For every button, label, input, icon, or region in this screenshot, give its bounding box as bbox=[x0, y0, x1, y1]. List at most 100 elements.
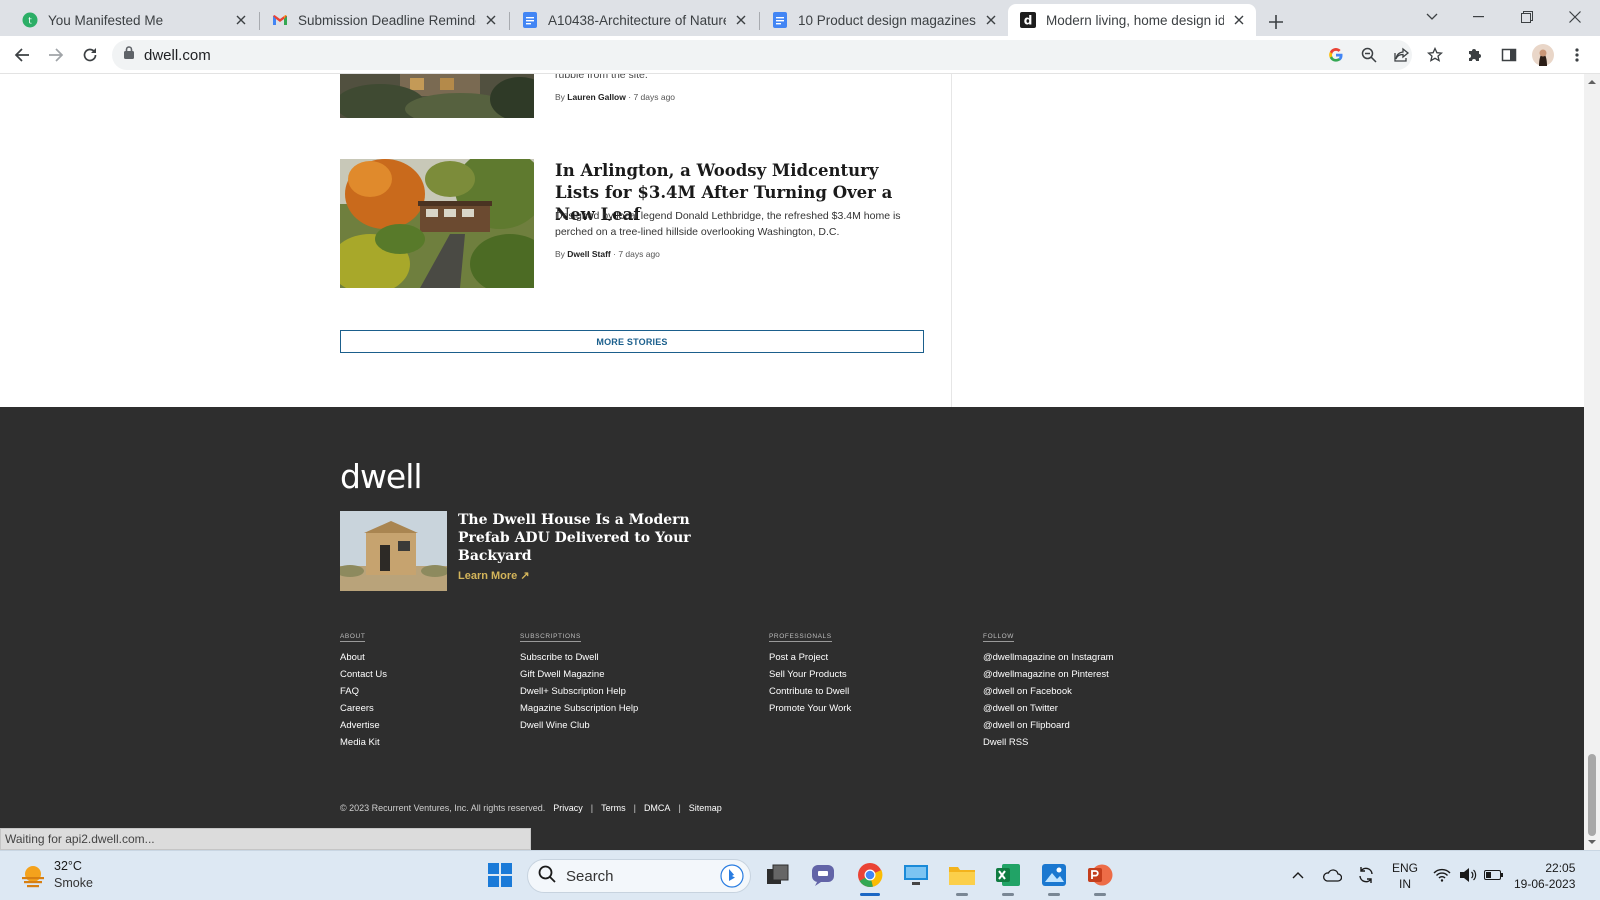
tab-submission-deadline[interactable]: Submission Deadline Reminder - bbox=[260, 4, 508, 36]
sitemap-link[interactable]: Sitemap bbox=[689, 803, 722, 813]
terms-link[interactable]: Terms bbox=[601, 803, 626, 813]
photos-app-icon[interactable] bbox=[1038, 859, 1070, 896]
taskbar-search[interactable]: Search bbox=[527, 859, 751, 893]
footer-link-twitter[interactable]: @dwell on Twitter bbox=[983, 700, 1114, 717]
privacy-link[interactable]: Privacy bbox=[553, 803, 583, 813]
desktop-monitor-icon[interactable] bbox=[900, 859, 932, 891]
footer-column-heading: FOLLOW bbox=[983, 633, 1015, 642]
zoom-icon[interactable] bbox=[1353, 39, 1385, 71]
restore-button[interactable] bbox=[1504, 0, 1550, 34]
tab-dwell-active[interactable]: d Modern living, home design idea bbox=[1008, 4, 1256, 36]
tray-overflow-chevron-icon[interactable] bbox=[1282, 859, 1314, 891]
footer-link-pinterest[interactable]: @dwellmagazine on Pinterest bbox=[983, 666, 1114, 683]
windows-start-button[interactable] bbox=[484, 859, 516, 891]
forward-button[interactable] bbox=[40, 39, 72, 71]
footer-link-wine-club[interactable]: Dwell Wine Club bbox=[520, 717, 638, 734]
teams-chat-icon[interactable] bbox=[808, 859, 840, 891]
close-window-button[interactable] bbox=[1552, 0, 1598, 34]
address-bar[interactable]: dwell.com bbox=[112, 40, 1412, 70]
task-view-button[interactable] bbox=[762, 859, 794, 891]
footer-link-contribute[interactable]: Contribute to Dwell bbox=[769, 683, 851, 700]
footer-link-contact-us[interactable]: Contact Us bbox=[340, 666, 387, 683]
story-description: Designed by local legend Donald Lethbrid… bbox=[555, 210, 901, 238]
close-tab-icon[interactable] bbox=[232, 11, 250, 29]
footer-link-subscribe[interactable]: Subscribe to Dwell bbox=[520, 649, 638, 666]
close-tab-icon[interactable] bbox=[1230, 11, 1248, 29]
footer-link-instagram[interactable]: @dwellmagazine on Instagram bbox=[983, 649, 1114, 666]
profile-avatar[interactable] bbox=[1527, 39, 1559, 71]
side-panel-icon[interactable] bbox=[1493, 39, 1525, 71]
footer-link-rss[interactable]: Dwell RSS bbox=[983, 734, 1114, 751]
footer-column-about: ABOUT About Contact Us FAQ Careers Adver… bbox=[340, 625, 387, 751]
browser-status-bar: Waiting for api2.dwell.com... bbox=[0, 828, 531, 850]
footer-link-media-kit[interactable]: Media Kit bbox=[340, 734, 387, 751]
story-age: · 7 days ago bbox=[613, 249, 660, 259]
back-button[interactable] bbox=[6, 39, 38, 71]
tab-search-dropdown-icon[interactable] bbox=[1409, 0, 1455, 34]
story-image-previous[interactable] bbox=[340, 74, 534, 118]
footer-link-gift[interactable]: Gift Dwell Magazine bbox=[520, 666, 638, 683]
learn-more-link[interactable]: Learn More ↗ bbox=[458, 569, 530, 582]
dwell-house-promo-title[interactable]: The Dwell House Is a Modern Prefab ADU D… bbox=[458, 511, 698, 565]
close-tab-icon[interactable] bbox=[732, 11, 750, 29]
dwell-logo[interactable]: dwell bbox=[340, 457, 423, 496]
web-page: rubble from the site. By Lauren Gallow ·… bbox=[0, 74, 1584, 850]
footer-legal-bar: © 2023 Recurrent Ventures, Inc. All righ… bbox=[340, 803, 722, 813]
scroll-down-arrow-icon[interactable] bbox=[1584, 834, 1600, 850]
google-lens-icon[interactable] bbox=[1320, 39, 1352, 71]
close-tab-icon[interactable] bbox=[482, 11, 500, 29]
input-language-indicator[interactable]: ENG IN bbox=[1392, 860, 1418, 892]
sync-icon[interactable] bbox=[1350, 859, 1382, 891]
extensions-puzzle-icon[interactable] bbox=[1459, 39, 1491, 71]
dmca-link[interactable]: DMCA bbox=[644, 803, 671, 813]
footer-link-flipboard[interactable]: @dwell on Flipboard bbox=[983, 717, 1114, 734]
bing-icon bbox=[720, 864, 744, 893]
footer-column-follow: FOLLOW @dwellmagazine on Instagram @dwel… bbox=[983, 625, 1114, 751]
story-author-link[interactable]: Lauren Gallow bbox=[567, 92, 626, 102]
close-tab-icon[interactable] bbox=[982, 11, 1000, 29]
footer-link-careers[interactable]: Careers bbox=[340, 700, 387, 717]
excel-icon[interactable] bbox=[992, 859, 1024, 896]
story-author-link[interactable]: Dwell Staff bbox=[567, 249, 610, 259]
dwell-house-promo-image[interactable] bbox=[336, 511, 449, 591]
search-placeholder: Search bbox=[566, 867, 614, 885]
browser-menu-icon[interactable] bbox=[1561, 39, 1593, 71]
weather-temperature: 32°C bbox=[54, 859, 82, 873]
chrome-taskbar-icon[interactable] bbox=[854, 859, 886, 896]
footer-link-sell-products[interactable]: Sell Your Products bbox=[769, 666, 851, 683]
minimize-button[interactable] bbox=[1456, 0, 1502, 34]
page-scrollbar[interactable] bbox=[1584, 74, 1600, 850]
footer-link-promote[interactable]: Promote Your Work bbox=[769, 700, 851, 717]
onedrive-cloud-icon[interactable] bbox=[1316, 859, 1348, 891]
windows-taskbar: 32°C Smoke Search ENG IN 22:05 19-06-202… bbox=[0, 850, 1600, 900]
footer-link-advertise[interactable]: Advertise bbox=[340, 717, 387, 734]
weather-widget[interactable]: 32°C Smoke bbox=[0, 851, 110, 900]
tab-you-manifested-me[interactable]: t You Manifested Me bbox=[10, 4, 258, 36]
bookmark-star-icon[interactable] bbox=[1419, 39, 1451, 71]
legal-separator: | bbox=[678, 803, 681, 813]
clock-time: 22:05 bbox=[1545, 861, 1576, 875]
footer-column-subscriptions: SUBSCRIPTIONS Subscribe to Dwell Gift Dw… bbox=[520, 625, 638, 734]
tab-architecture-of-nature[interactable]: A10438-Architecture of Nature-K bbox=[510, 4, 758, 36]
footer-link-about[interactable]: About bbox=[340, 649, 387, 666]
reload-button[interactable] bbox=[74, 39, 106, 71]
more-stories-button[interactable]: MORE STORIES bbox=[340, 330, 924, 353]
tab-title: You Manifested Me bbox=[48, 12, 164, 28]
browser-tab-strip: t You Manifested Me Submission Deadline … bbox=[0, 0, 1600, 36]
footer-column-heading: PROFESSIONALS bbox=[769, 633, 832, 642]
footer-link-magazine-help[interactable]: Magazine Subscription Help bbox=[520, 700, 638, 717]
battery-icon[interactable] bbox=[1478, 859, 1510, 891]
tab-product-design-magazines[interactable]: 10 Product design magazines yo bbox=[760, 4, 1008, 36]
file-explorer-icon[interactable] bbox=[946, 859, 978, 896]
system-clock[interactable]: 22:05 19-06-2023 bbox=[1514, 860, 1575, 892]
footer-link-dwell-plus-help[interactable]: Dwell+ Subscription Help bbox=[520, 683, 638, 700]
scroll-up-arrow-icon[interactable] bbox=[1584, 74, 1600, 90]
footer-link-post-project[interactable]: Post a Project bbox=[769, 649, 851, 666]
powerpoint-icon[interactable] bbox=[1084, 859, 1116, 896]
share-icon[interactable] bbox=[1386, 39, 1418, 71]
new-tab-button[interactable] bbox=[1262, 8, 1290, 36]
scrollbar-thumb[interactable] bbox=[1588, 754, 1596, 836]
footer-link-faq[interactable]: FAQ bbox=[340, 683, 387, 700]
story-image-arlington[interactable] bbox=[340, 159, 534, 288]
footer-link-facebook[interactable]: @dwell on Facebook bbox=[983, 683, 1114, 700]
